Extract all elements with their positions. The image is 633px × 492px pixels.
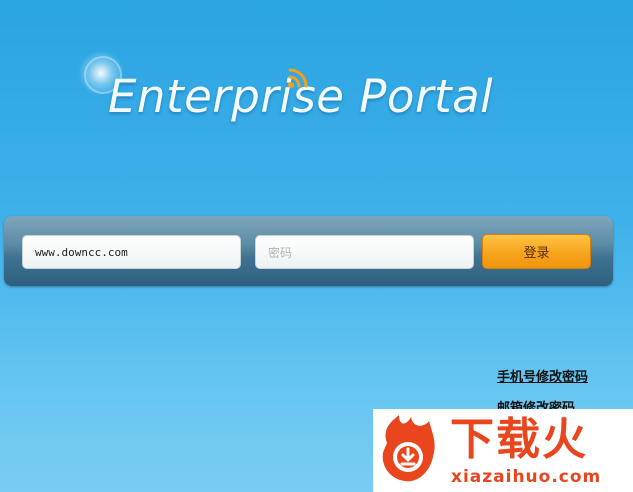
watermark-text-cn: 下载火 (450, 414, 588, 465)
watermark: 下载火 xiazaihuo.com (373, 409, 633, 492)
login-bar: www.downcc.com 密码 登录 (4, 216, 613, 286)
username-input[interactable]: www.downcc.com (22, 235, 241, 269)
flame-download-logo (382, 415, 435, 482)
login-button[interactable]: 登录 (482, 234, 591, 269)
watermark-text-en: xiazaihuo.com (451, 467, 602, 487)
wifi-signal-icon (288, 68, 308, 88)
password-input[interactable]: 密码 (255, 235, 474, 269)
phone-reset-password-link[interactable]: 手机号修改密码 (497, 366, 588, 385)
